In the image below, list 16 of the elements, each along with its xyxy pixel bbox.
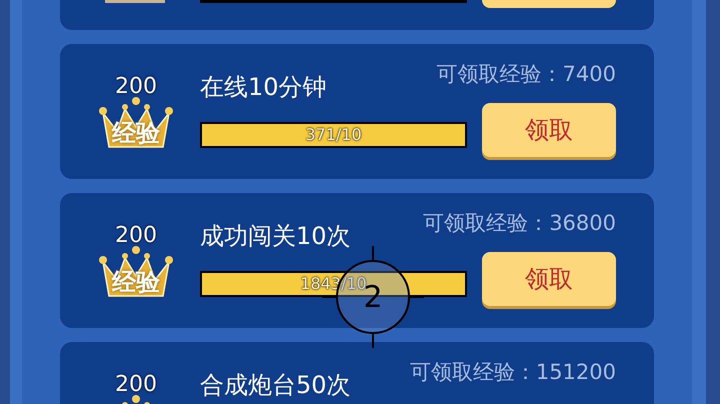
reward-text: 可领取经验：36800	[423, 210, 616, 237]
reward-label: 经验	[112, 119, 160, 147]
reward-text: 可领取经验：7400	[436, 61, 616, 88]
progress-text: 371/10	[304, 124, 363, 146]
claim-button[interactable]: 领取	[482, 103, 616, 157]
crown-icon	[97, 244, 175, 300]
task-title: 在线10分钟	[200, 72, 327, 103]
reward-amount: 200	[115, 73, 157, 101]
reward-label: 经验	[112, 268, 160, 296]
task-title: 合成炮台50次	[200, 370, 351, 401]
reward-amount: 200	[115, 371, 157, 399]
task-title: 成功闯关10次	[200, 221, 351, 252]
reward-text: 可领取经验：151200	[410, 359, 616, 386]
crown-icon	[97, 95, 175, 151]
claim-button[interactable]: 领取	[482, 252, 616, 306]
reward-amount: 200	[115, 222, 157, 250]
